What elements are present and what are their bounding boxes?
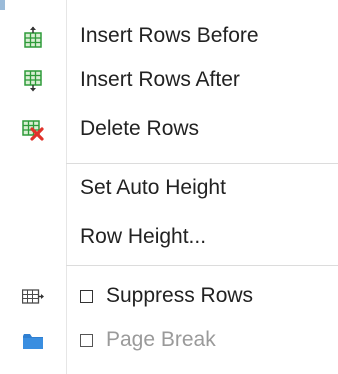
insert-rows-before-icon [22, 26, 44, 48]
menu-item-label: Delete Rows [80, 117, 200, 140]
menu-item-label: Insert Rows After [80, 68, 240, 91]
menu-item-insert-rows-before[interactable]: Insert Rows Before [0, 12, 338, 60]
menu-item-label: Row Height... [80, 225, 207, 248]
insert-rows-after-icon [22, 70, 44, 92]
context-menu: Insert Rows Before Insert Rows After Del… [0, 0, 338, 374]
folder-icon [22, 330, 44, 352]
suppress-rows-icon [21, 286, 44, 308]
menu-item-label: Set Auto Height [80, 176, 226, 199]
menu-item-insert-rows-after[interactable]: Insert Rows After [0, 56, 338, 104]
menu-item-suppress-rows[interactable]: Suppress Rows [0, 272, 338, 320]
menu-item-label: Page Break [106, 328, 216, 351]
menu-item-label: Suppress Rows [106, 284, 254, 307]
menu-item-page-break[interactable]: Page Break [0, 316, 338, 364]
page-break-checkbox[interactable] [80, 334, 93, 347]
suppress-rows-checkbox[interactable] [80, 290, 93, 303]
menu-item-delete-rows[interactable]: Delete Rows [0, 105, 338, 153]
corner-mark [0, 0, 5, 10]
menu-item-row-height[interactable]: Row Height... [0, 213, 338, 261]
delete-rows-icon [22, 119, 44, 141]
menu-item-label: Insert Rows Before [80, 24, 259, 47]
menu-separator [66, 265, 338, 266]
menu-item-set-auto-height[interactable]: Set Auto Height [0, 164, 338, 212]
